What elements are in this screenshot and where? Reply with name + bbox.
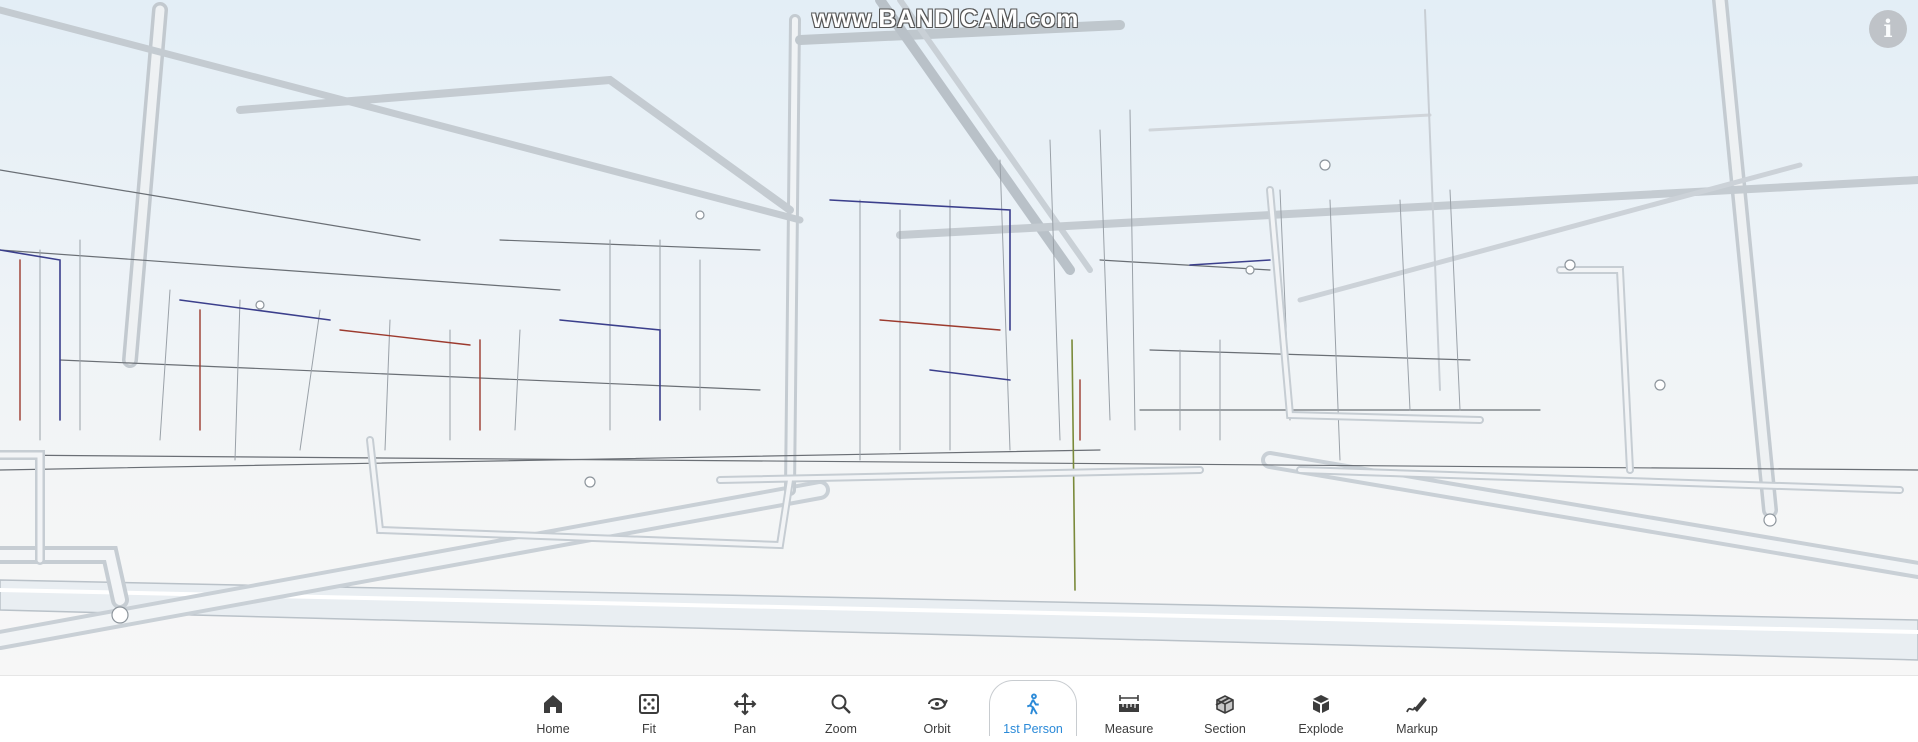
toolbar-label: Measure <box>1104 722 1154 736</box>
orbit-icon <box>928 698 948 710</box>
toolbar-label: Orbit <box>923 722 951 736</box>
toolbar-label: Markup <box>1396 722 1438 736</box>
pan-icon <box>733 692 757 716</box>
toolbar-label: Explode <box>1298 722 1344 736</box>
measure-icon <box>1119 695 1139 712</box>
toolbar-explode-button[interactable]: Explode <box>1273 680 1369 736</box>
piping-model-render <box>0 0 1918 661</box>
toolbar-label: Fit <box>642 722 656 736</box>
toolbar-orbit-button[interactable]: Orbit <box>889 680 985 736</box>
first-person-icon <box>1026 693 1039 715</box>
home-icon <box>544 695 562 713</box>
markup-icon <box>1406 697 1427 713</box>
toolbar-pan-button[interactable]: Pan <box>697 680 793 736</box>
toolbar-zoom-button[interactable]: Zoom <box>793 680 889 736</box>
toolbar-first-person-button[interactable]: 1st Person <box>989 680 1077 736</box>
toolbar-label: Section <box>1204 722 1246 736</box>
explode-icon <box>1313 695 1329 713</box>
toolbar-label: Pan <box>733 722 757 736</box>
toolbar-label: 1st Person <box>1003 722 1063 736</box>
viewer-toolbar: Home Fit Pan Zoom Orbit 1st Person Measu… <box>0 675 1918 742</box>
toolbar-home-button[interactable]: Home <box>505 680 601 736</box>
toolbar-fit-button[interactable]: Fit <box>601 680 697 736</box>
toolbar-label: Zoom <box>825 722 857 736</box>
toolbar-markup-button[interactable]: Markup <box>1369 680 1465 736</box>
fit-icon <box>639 694 659 714</box>
toolbar-section-button[interactable]: Section <box>1177 680 1273 736</box>
toolbar-label: Home <box>536 722 570 736</box>
info-button[interactable]: i <box>1869 10 1907 48</box>
toolbar-measure-button[interactable]: Measure <box>1081 680 1177 736</box>
section-icon <box>1215 695 1234 714</box>
zoom-icon <box>831 694 851 714</box>
bandicam-watermark: www.BANDICAM.com <box>812 5 1079 33</box>
3d-model-viewport[interactable]: www.BANDICAM.com i <box>0 0 1918 675</box>
